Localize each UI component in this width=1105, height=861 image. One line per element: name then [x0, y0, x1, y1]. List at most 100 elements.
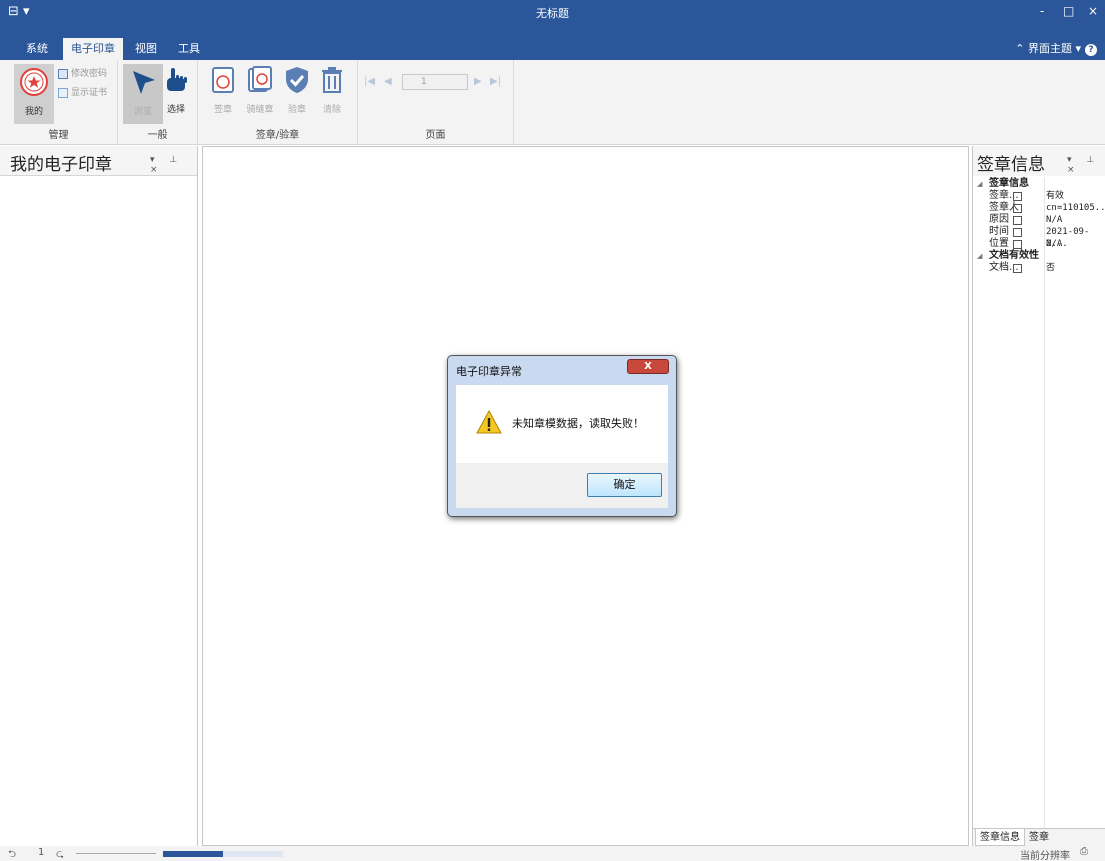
- ribbon-tabs: 系统 电子印章 视图 工具 ⌃ 界面主题 ▾?: [0, 38, 1105, 60]
- property-checkbox: [1013, 216, 1022, 225]
- signature-panel-controls[interactable]: ▾ ⊥ ×: [1067, 155, 1105, 175]
- shield-check-icon: [286, 67, 308, 93]
- error-dialog: 电子印章异常 X 未知章模数据，读取失败！ 确定: [447, 355, 677, 517]
- right-panel-tabs: 签章信息 签章: [973, 828, 1105, 846]
- verify-button-label: 验章: [287, 105, 306, 115]
- dialog-close-button[interactable]: X: [627, 359, 669, 374]
- minimize-button[interactable]: -: [1040, 4, 1044, 18]
- property-grid-divider: [1044, 178, 1045, 828]
- sign-button-label: 签章: [213, 105, 232, 115]
- group-page: 页面: [358, 60, 514, 145]
- property-row[interactable]: 位置 N/A: [973, 238, 1105, 250]
- sign-button[interactable]: 签章: [203, 64, 243, 115]
- signature-info-panel-title: 签章信息: [977, 155, 1045, 175]
- next-page-icon[interactable]: ▶: [474, 74, 482, 90]
- property-key: 时间: [989, 226, 1009, 237]
- group-sign-verify: 签章 骑缝章 验章 清除 签章/验章: [198, 60, 358, 145]
- redo-icon[interactable]: ⮎: [56, 847, 64, 861]
- collapse-arrow-icon[interactable]: ◢: [977, 178, 982, 190]
- change-password-label: 修改密码: [71, 69, 108, 79]
- theme-menu[interactable]: ⌃ 界面主题 ▾?: [1015, 38, 1097, 60]
- save-small-icon: [58, 68, 68, 79]
- category-label: 文档有效性: [989, 250, 1039, 261]
- category-label: 签章信息: [989, 178, 1029, 189]
- property-row[interactable]: 签章人 cn=110105...: [973, 202, 1105, 214]
- property-grid: ◢ 签章信息 签章... 有效 签章人 cn=110105... 原因 N/A 时间 20…: [973, 178, 1105, 274]
- category-signature-info[interactable]: ◢ 签章信息: [973, 178, 1105, 190]
- property-checkbox: [1013, 228, 1022, 237]
- signature-info-panel: 签章信息 ▾ ⊥ × ◢ 签章信息 签章... 有效 签章人 cn=110105...…: [972, 146, 1105, 846]
- change-password-button[interactable]: 修改密码: [58, 66, 107, 79]
- select-button[interactable]: 选择: [156, 64, 196, 115]
- property-value: 否: [1046, 263, 1056, 273]
- dialog-message: 未知章模数据，读取失败！: [512, 417, 644, 430]
- mine-button[interactable]: 我的: [14, 64, 54, 124]
- property-key: 位置: [989, 238, 1009, 249]
- group-label-general: 一般: [147, 130, 168, 141]
- property-checkbox: [1013, 240, 1022, 249]
- clear-button-label: 清除: [322, 105, 341, 115]
- progress-bar: [163, 851, 283, 857]
- maximize-button[interactable]: □: [1063, 4, 1074, 18]
- resolution-label: 当前分辨率: [1020, 851, 1070, 861]
- seam-seal-icon: [248, 66, 272, 92]
- tab-system[interactable]: 系统: [18, 38, 56, 60]
- property-row[interactable]: 签章... 有效: [973, 190, 1105, 202]
- trash-icon: [322, 67, 342, 93]
- property-value: 有效: [1046, 191, 1065, 201]
- window-title: 无标题: [536, 7, 569, 20]
- page-number-input[interactable]: 1: [402, 74, 468, 90]
- panel-controls[interactable]: ▾ ⊥ ×: [150, 155, 197, 175]
- property-value: cn=110105...: [1046, 203, 1105, 213]
- zoom-slider-track[interactable]: [76, 853, 156, 854]
- show-cert-label: 显示证书: [71, 88, 108, 98]
- prev-page-icon[interactable]: ◀: [384, 74, 392, 90]
- tab-tools[interactable]: 工具: [170, 38, 208, 60]
- property-checkbox: [1013, 192, 1022, 201]
- page-navigator: |◀ ◀ 1 ▶ ▶|: [362, 74, 512, 90]
- property-value: N/A: [1046, 239, 1063, 249]
- dialog-footer: 确定: [456, 463, 668, 508]
- group-label-page: 页面: [425, 130, 446, 141]
- clear-button[interactable]: 清除: [312, 64, 352, 115]
- group-label-manage: 管理: [48, 130, 69, 141]
- verify-button[interactable]: 验章: [277, 64, 317, 115]
- property-checkbox: [1013, 264, 1022, 273]
- property-row[interactable]: 文档... 否: [973, 262, 1105, 274]
- show-cert-button[interactable]: 显示证书: [58, 85, 107, 98]
- ribbon: 我的 修改密码 显示证书 管理 浏览 选择 一般 签章 骑缝章 验章 清除 签章…: [0, 60, 1105, 145]
- close-button[interactable]: ×: [1088, 4, 1098, 18]
- tab-view[interactable]: 视图: [127, 38, 165, 60]
- theme-menu-label[interactable]: ⌃ 界面主题 ▾: [1015, 42, 1081, 55]
- browse-button-label: 浏览: [133, 107, 152, 117]
- seal-icon: [20, 68, 48, 96]
- undo-icon[interactable]: ⮌: [8, 847, 16, 861]
- my-seals-panel: 我的电子印章 ▾ ⊥ ×: [0, 146, 198, 846]
- tab-e-seal[interactable]: 电子印章: [63, 38, 123, 60]
- mine-button-label: 我的: [24, 107, 43, 117]
- page-number-value: 1: [421, 77, 427, 87]
- my-seals-panel-header: 我的电子印章 ▾ ⊥ ×: [0, 146, 197, 176]
- property-checkbox: [1013, 204, 1022, 213]
- signature-info-panel-header: 签章信息 ▾ ⊥ ×: [973, 146, 1105, 176]
- tab-signature-info[interactable]: 签章信息: [975, 829, 1025, 846]
- category-document-validity[interactable]: ◢ 文档有效性: [973, 250, 1105, 262]
- last-page-icon[interactable]: ▶|: [490, 74, 501, 90]
- help-icon[interactable]: ?: [1085, 44, 1097, 56]
- dialog-title: 电子印章异常: [456, 365, 522, 378]
- property-row[interactable]: 时间 2021-09-2...: [973, 226, 1105, 249]
- ok-button[interactable]: 确定: [587, 473, 662, 497]
- group-label-sign-verify: 签章/验章: [255, 130, 300, 141]
- status-page-number: 1: [38, 847, 45, 858]
- property-value: N/A: [1046, 215, 1063, 225]
- select-button-label: 选择: [166, 105, 185, 115]
- dialog-body: 未知章模数据，读取失败！: [456, 385, 668, 463]
- seam-sign-button[interactable]: 骑缝章: [240, 64, 280, 115]
- title-bar: ⊟ ▾ 无标题 - □ ×: [0, 0, 1105, 38]
- resolution-icon[interactable]: ⎙: [1080, 846, 1088, 857]
- collapse-arrow-icon[interactable]: ◢: [977, 250, 982, 262]
- group-general: 浏览 选择 一般: [118, 60, 198, 145]
- first-page-icon[interactable]: |◀: [364, 74, 375, 90]
- tab-signatures[interactable]: 签章: [1025, 829, 1053, 846]
- property-row[interactable]: 原因 N/A: [973, 214, 1105, 226]
